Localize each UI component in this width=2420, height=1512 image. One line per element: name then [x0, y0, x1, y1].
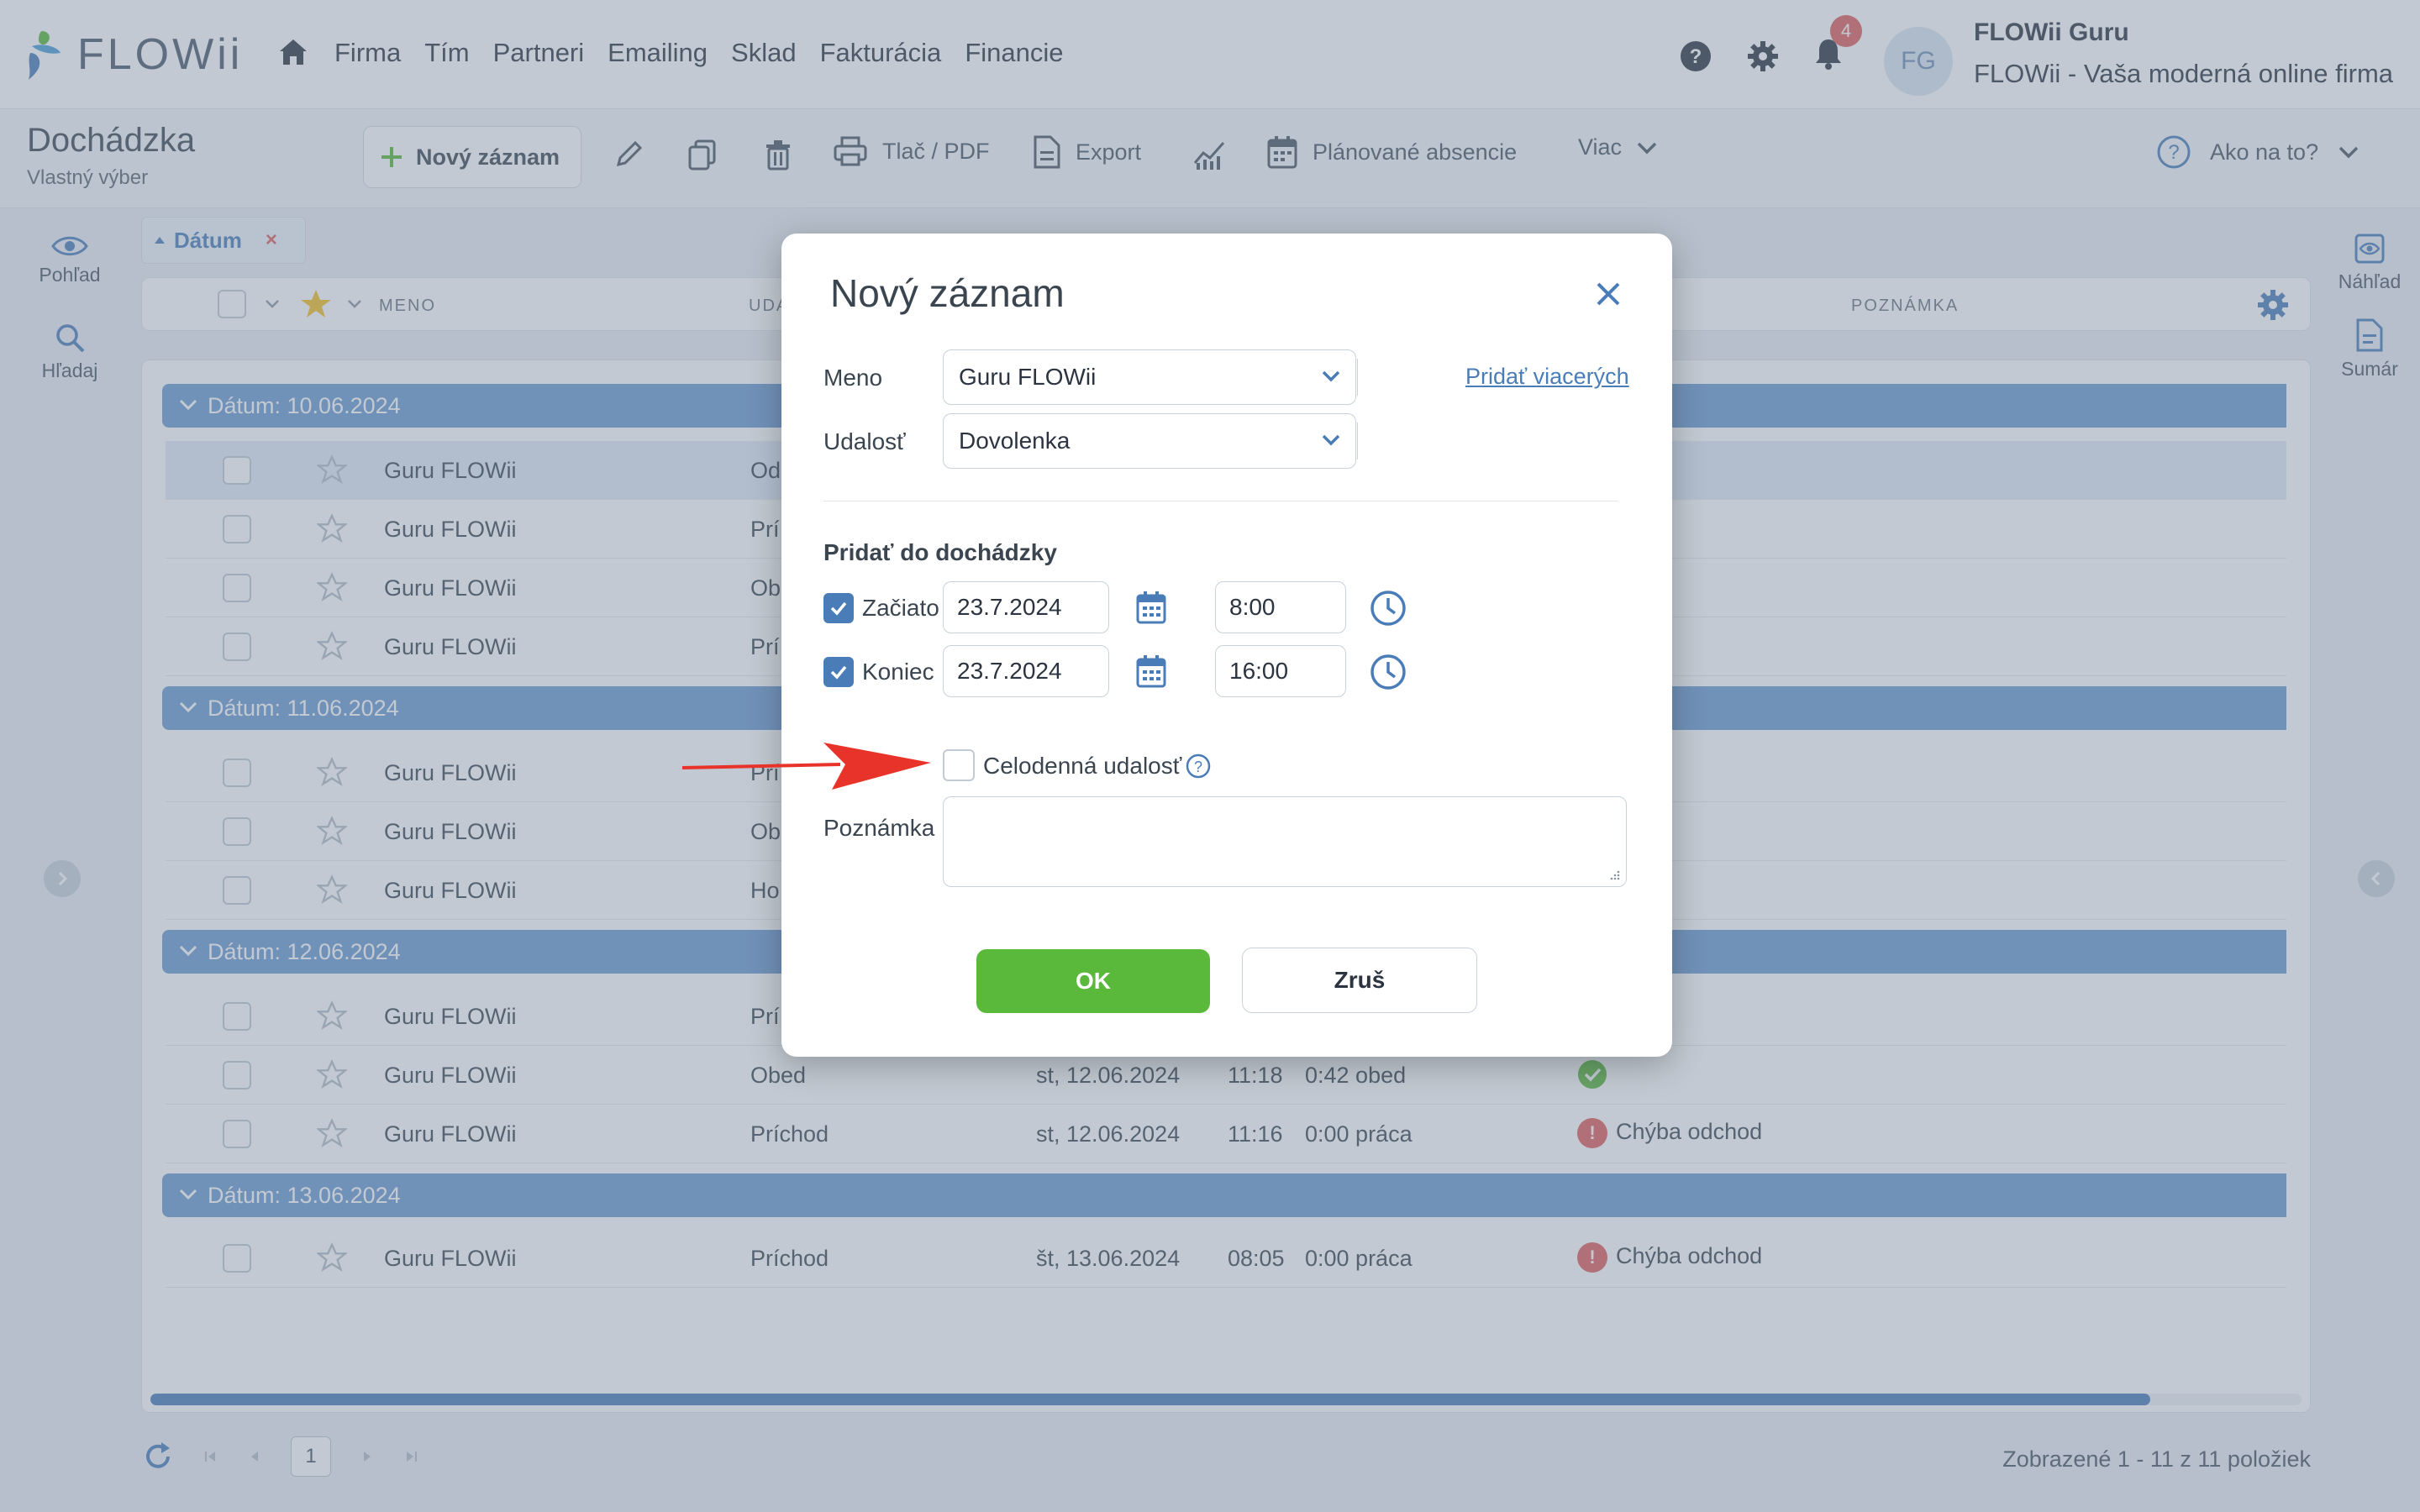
- svg-text:?: ?: [1194, 759, 1202, 775]
- clock-icon[interactable]: [1370, 654, 1407, 690]
- all-day-label[interactable]: Celodenná udalosť: [983, 753, 1181, 780]
- dialog-title: Nový záznam: [830, 271, 1065, 315]
- cancel-button[interactable]: Zruš: [1242, 948, 1477, 1013]
- start-label: Začiatok: [862, 595, 939, 621]
- new-record-dialog: Nový záznam Meno Guru FLOWii Pridať viac…: [781, 234, 1672, 1057]
- end-label: Koniec: [862, 659, 934, 685]
- name-label: Meno: [823, 365, 883, 391]
- select-divider: [1357, 359, 1358, 396]
- add-multiple-link[interactable]: Pridať viacerých: [1465, 364, 1629, 390]
- all-day-checkbox[interactable]: [943, 749, 975, 781]
- chevron-down-icon: [1322, 434, 1340, 446]
- end-date-input[interactable]: 23.7.2024: [943, 645, 1109, 697]
- event-label: Udalosť: [823, 428, 906, 454]
- note-label: Poznámka: [823, 815, 935, 841]
- help-question-icon[interactable]: ?: [1185, 753, 1212, 780]
- name-select-value: Guru FLOWii: [959, 364, 1097, 390]
- close-icon[interactable]: [1591, 277, 1625, 311]
- check-icon: [830, 601, 847, 616]
- red-annotation-arrow-icon: [682, 743, 931, 790]
- resize-handle-icon[interactable]: [1607, 868, 1621, 881]
- start-checkbox[interactable]: [823, 593, 854, 623]
- chevron-down-icon: [1322, 370, 1340, 382]
- add-to-attendance-heading: Pridať do dochádzky: [823, 539, 1057, 565]
- start-date-input[interactable]: 23.7.2024: [943, 581, 1109, 633]
- note-textarea[interactable]: [943, 796, 1627, 887]
- calendar-icon[interactable]: [1134, 590, 1168, 625]
- ok-button[interactable]: OK: [976, 949, 1210, 1013]
- event-select[interactable]: Dovolenka: [943, 413, 1358, 469]
- check-icon: [830, 665, 847, 680]
- start-time-input[interactable]: 8:00: [1215, 581, 1346, 633]
- select-divider: [1357, 423, 1358, 459]
- event-select-value: Dovolenka: [959, 428, 1071, 454]
- name-select[interactable]: Guru FLOWii: [943, 349, 1358, 405]
- end-time-input[interactable]: 16:00: [1215, 645, 1346, 697]
- clock-icon[interactable]: [1370, 590, 1407, 627]
- calendar-icon[interactable]: [1134, 654, 1168, 689]
- end-checkbox[interactable]: [823, 657, 854, 687]
